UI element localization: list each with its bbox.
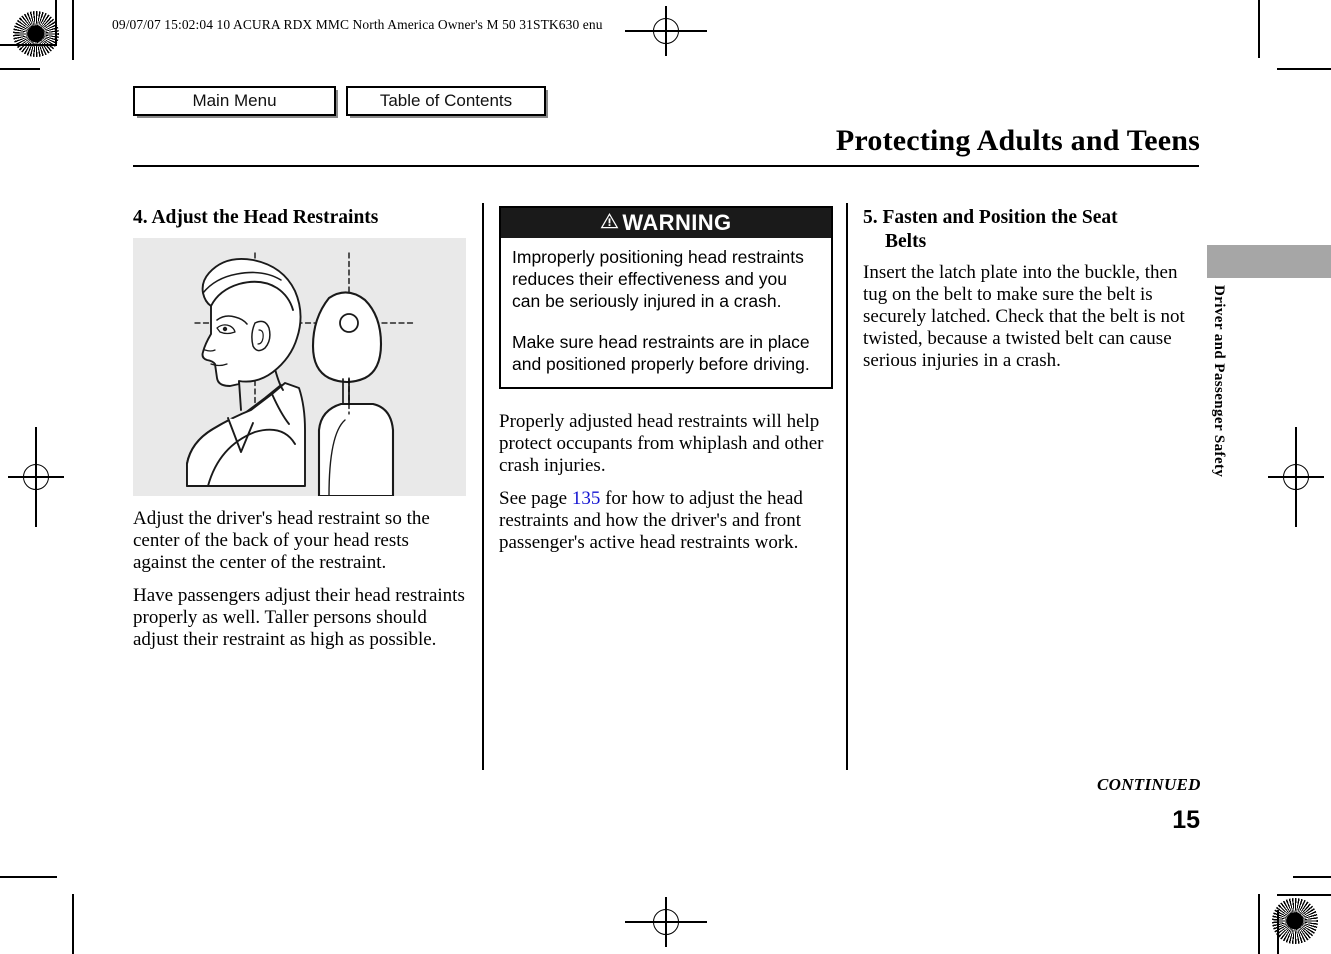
main-menu-button[interactable]: Main Menu (133, 86, 336, 116)
left-column-paragraph-1: Adjust the driver's head restraint so th… (133, 507, 430, 573)
warning-label: WARNING (622, 210, 732, 235)
table-of-contents-button[interactable]: Table of Contents (346, 86, 546, 116)
crop-mark-top-left-vertical (72, 0, 74, 60)
section-heading-4-text: Adjust the Head Restraints (151, 207, 379, 228)
section-heading-5-text-line2: Belts (885, 230, 927, 252)
right-column-paragraph: Insert the latch plate into the buckle, … (863, 261, 1185, 371)
right-column: 5. Fasten and Position the Seat Belts In… (863, 206, 1199, 372)
column-divider-right (846, 203, 848, 770)
print-info-header: 09/07/07 15:02:04 10 ACURA RDX MMC North… (112, 17, 603, 32)
crop-mark-top-right-vertical (1258, 0, 1260, 58)
middle-column-paragraph-1: Properly adjusted head restraints will h… (499, 411, 824, 477)
section-heading-5-text: Fasten and Position the Seat (882, 207, 1118, 228)
warning-body: Improperly positioning head restraints r… (501, 238, 831, 387)
crop-mark-top-left-horizontal (0, 44, 57, 46)
warning-triangle-icon (600, 212, 619, 234)
document-page: 09/07/07 15:02:04 10 ACURA RDX MMC North… (0, 0, 1331, 954)
page-number: 15 (1172, 806, 1200, 834)
crop-mark-bottom-left-horizontal (0, 876, 57, 878)
section-heading-5: 5. Fasten and Position the Seat Belts (863, 206, 1199, 254)
warning-paragraph-2: Make sure head restraints are in place a… (512, 332, 810, 375)
page-reference-link[interactable]: 135 (572, 488, 601, 509)
column-divider-left (482, 203, 484, 770)
section-heading-4: 4. Adjust the Head Restraints (133, 206, 466, 230)
warning-box: WARNING Improperly positioning head rest… (499, 206, 833, 390)
crop-mark-bottom-left-vertical (72, 894, 74, 954)
registration-crosshair-left (8, 427, 64, 527)
registration-starburst-top-left (13, 11, 59, 57)
head-restraint-alignment-diagram (133, 237, 466, 496)
title-underline-rule (133, 165, 1199, 167)
section-side-label: Driver and Passenger Safety (1211, 285, 1227, 478)
see-page-prefix: See page (499, 488, 572, 510)
crop-mark-bottom-right-vertical-inner (1277, 910, 1279, 954)
crop-mark-bottom-right-horizontal-outer (1293, 876, 1331, 878)
registration-crosshair-top-center (625, 6, 707, 56)
crop-mark-top-left-horizontal-outer (0, 68, 40, 70)
registration-crosshair-right (1268, 427, 1324, 527)
crop-mark-top-right-horizontal (1277, 68, 1331, 70)
left-column: 4. Adjust the Head Restraints Adjust the… (133, 206, 466, 662)
middle-column-paragraph-2: See page 135 for how to adjust the head … (499, 488, 833, 554)
left-column-paragraph-2: Have passengers adjust their head restra… (133, 584, 465, 650)
page-title: Protecting Adults and Teens (835, 124, 1200, 157)
registration-crosshair-bottom-center (625, 897, 707, 947)
warning-paragraph-1: Improperly positioning head restraints r… (512, 247, 804, 312)
crop-mark-bottom-right-vertical (1258, 894, 1260, 954)
crop-mark-bottom-right-horizontal (1277, 894, 1331, 896)
section-heading-5-number: 5. (863, 207, 878, 228)
section-thumb-tab (1207, 245, 1331, 278)
crop-mark-top-left-vertical-inner (55, 0, 57, 44)
middle-column: WARNING Improperly positioning head rest… (499, 206, 833, 565)
continued-label: CONTINUED (1097, 775, 1201, 794)
warning-header-bar: WARNING (501, 208, 831, 238)
section-heading-4-number: 4. (133, 207, 148, 228)
